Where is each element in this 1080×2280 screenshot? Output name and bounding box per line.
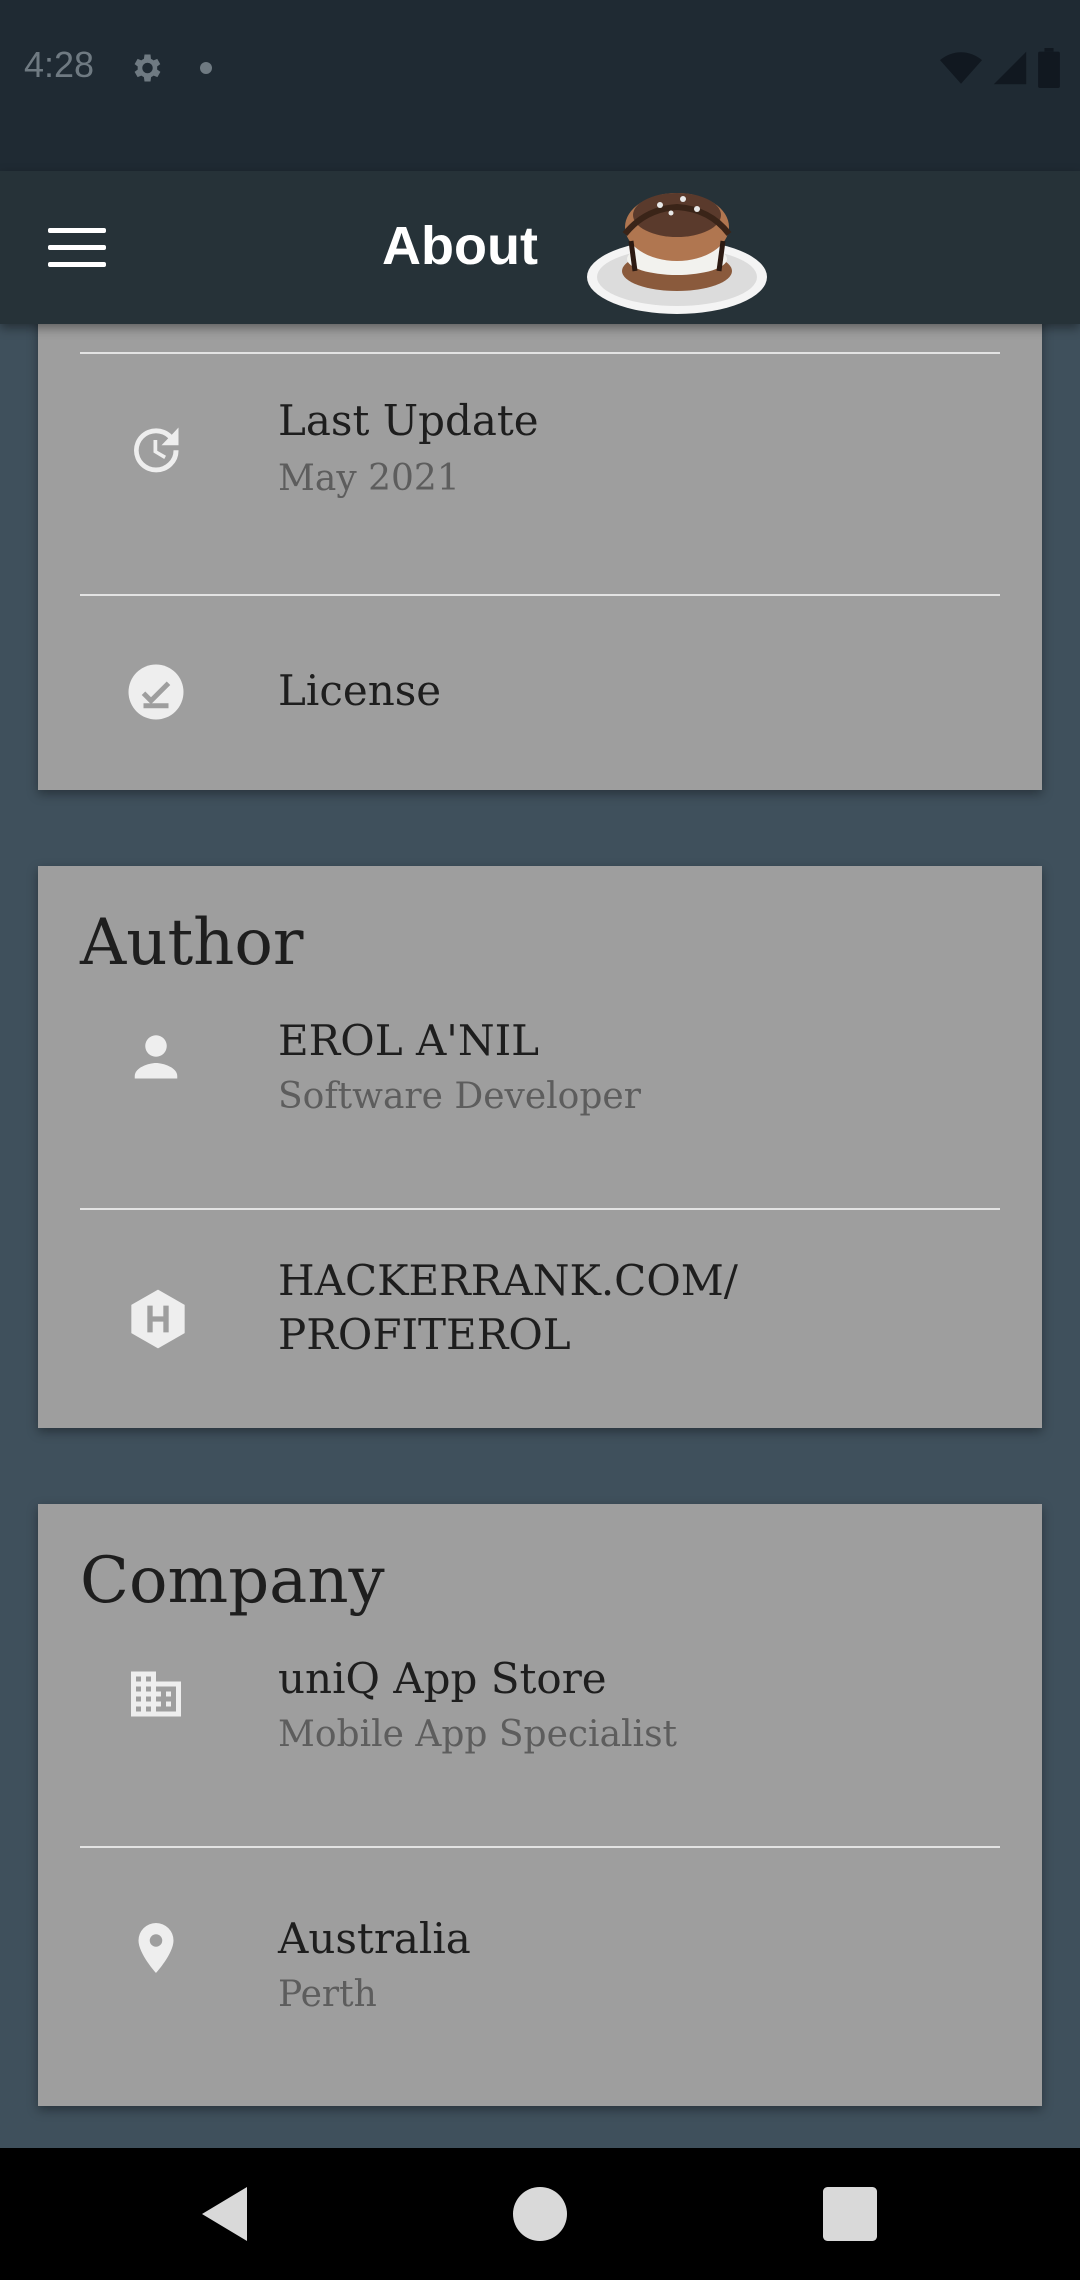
location-pin-icon	[138, 1923, 174, 1973]
hackerrank-row[interactable]: HACKERRANK.COM/ PROFITEROL	[38, 1210, 1042, 1428]
person-icon	[134, 1035, 178, 1079]
last-update-title: Last Update	[278, 396, 539, 445]
license-row[interactable]: License	[38, 596, 1042, 790]
page-title: About	[382, 216, 538, 276]
settings-gear-icon	[134, 54, 161, 82]
status-bar: 4:28	[0, 0, 1080, 171]
hackerrank-link-line1: HACKERRANK.COM/	[278, 1256, 738, 1305]
wifi-icon	[940, 52, 982, 84]
company-heading: Company	[80, 1544, 385, 1618]
back-icon[interactable]	[190, 2178, 262, 2250]
license-check-icon	[128, 664, 184, 720]
license-title: License	[278, 666, 442, 715]
hackerrank-icon	[131, 1289, 185, 1349]
hackerrank-link-line2: PROFITEROL	[278, 1310, 571, 1359]
status-icons	[940, 48, 1060, 88]
company-role: Mobile App Specialist	[278, 1714, 678, 1755]
building-icon	[131, 1671, 181, 1717]
app-bar: About	[0, 171, 1080, 324]
last-update-value: May 2021	[278, 458, 460, 499]
location-row[interactable]: Australia Perth	[38, 1848, 1042, 2106]
app-info-card: Last Update May 2021 License	[38, 324, 1042, 790]
company-card: Company uniQ App Store Mobile App Specia…	[38, 1504, 1042, 2106]
cellular-signal-icon	[993, 51, 1027, 85]
location-country: Australia	[278, 1914, 471, 1963]
last-update-row: Last Update May 2021	[38, 354, 1042, 594]
home-icon[interactable]	[504, 2178, 576, 2250]
author-card: Author EROL A'NIL Software Developer HAC…	[38, 866, 1042, 1428]
location-city: Perth	[278, 1974, 377, 2015]
author-name: EROL A'NIL	[278, 1016, 540, 1065]
navigation-bar	[0, 2148, 1080, 2280]
company-name: uniQ App Store	[278, 1654, 607, 1703]
author-role: Software Developer	[278, 1076, 641, 1117]
status-time: 4:28	[24, 44, 95, 85]
author-heading: Author	[80, 906, 304, 980]
profiterole-logo	[587, 193, 767, 314]
battery-icon	[1038, 48, 1060, 88]
hamburger-menu-icon[interactable]	[40, 215, 114, 279]
about-content[interactable]: Last Update May 2021 License Author EROL…	[0, 324, 1080, 2148]
notification-dot-icon	[200, 62, 212, 74]
author-name-row: EROL A'NIL Software Developer	[38, 1016, 1042, 1216]
update-icon	[133, 427, 179, 473]
company-name-row: uniQ App Store Mobile App Specialist	[38, 1654, 1042, 1854]
recents-icon[interactable]	[814, 2178, 886, 2250]
